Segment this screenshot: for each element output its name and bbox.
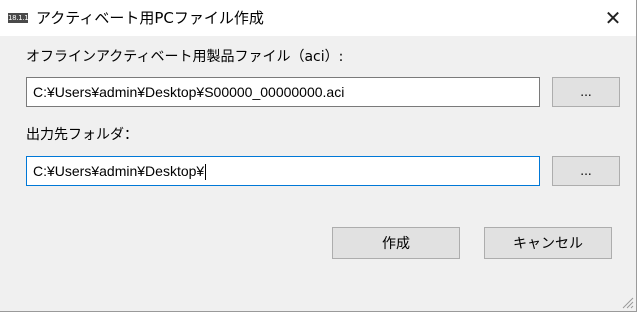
- aci-file-path-input[interactable]: C:¥Users¥admin¥Desktop¥S00000_00000000.a…: [26, 77, 540, 107]
- text-caret: [205, 164, 207, 181]
- create-button-label: 作成: [382, 236, 410, 252]
- output-folder-input[interactable]: C:¥Users¥admin¥Desktop¥: [26, 156, 540, 186]
- cancel-button-label: キャンセル: [513, 236, 583, 252]
- output-browse-button[interactable]: ...: [552, 156, 620, 186]
- aci-file-path-value: C:¥Users¥admin¥Desktop¥S00000_00000000.a…: [33, 84, 345, 100]
- aci-browse-label: ...: [580, 85, 592, 99]
- dialog-body: オフラインアクティベート用製品ファイル（aci）: C:¥Users¥admin…: [0, 36, 636, 311]
- close-icon: ✕: [604, 6, 622, 30]
- close-button[interactable]: ✕: [590, 0, 636, 36]
- output-folder-label: 出力先フォルダ：: [26, 127, 138, 143]
- output-browse-label: ...: [580, 164, 592, 178]
- app-icon: 18.1.1: [8, 13, 29, 23]
- window-title: アクティベート用PCファイル作成: [36, 9, 264, 27]
- dialog-window: 18.1.1 アクティベート用PCファイル作成 ✕ オフラインアクティベート用製…: [0, 0, 637, 312]
- aci-file-label: オフラインアクティベート用製品ファイル（aci）:: [26, 49, 344, 65]
- cancel-button[interactable]: キャンセル: [484, 227, 612, 259]
- output-folder-value: C:¥Users¥admin¥Desktop¥: [33, 163, 205, 179]
- create-button[interactable]: 作成: [332, 227, 460, 259]
- resize-grip-icon[interactable]: [620, 295, 634, 309]
- aci-browse-button[interactable]: ...: [552, 77, 620, 107]
- title-bar[interactable]: 18.1.1 アクティベート用PCファイル作成 ✕: [0, 0, 636, 36]
